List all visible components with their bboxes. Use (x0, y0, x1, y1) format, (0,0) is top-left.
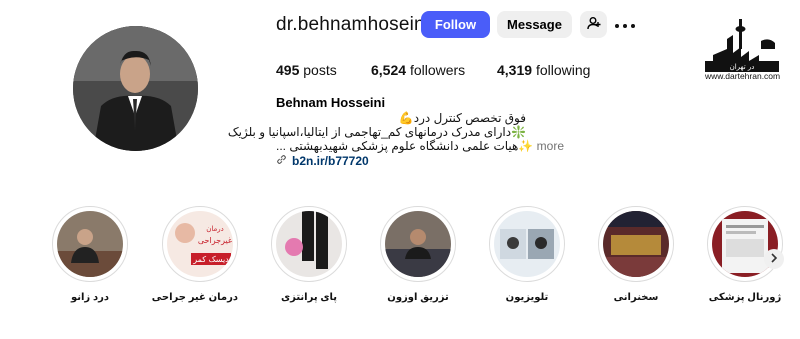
profile-avatar[interactable] (73, 26, 198, 151)
bio-more-link[interactable]: more (537, 139, 564, 153)
highlight-item[interactable]: تزریق اوزون (380, 206, 456, 303)
link-icon (276, 154, 287, 168)
following-stat[interactable]: 4,319 following (497, 62, 590, 78)
highlight-label: درد زانو (70, 292, 109, 303)
followers-stat[interactable]: 6,524 followers (371, 62, 465, 78)
bio-name: Behnam Hosseini (276, 95, 386, 110)
highlight-label: تلویزیون (505, 292, 549, 303)
logo-url: www.dartehran.com (705, 71, 781, 81)
highlight-cover (57, 211, 123, 277)
posts-count: 495 (276, 62, 300, 78)
message-button[interactable]: Message (497, 11, 572, 38)
highlight-item[interactable]: سخنرانی (598, 206, 674, 303)
svg-text:غیرجراحی: غیرجراحی (198, 236, 232, 245)
bio-line-2: ❇️دارای مدرک درمانهای کم_تهاجمی از ایتال… (227, 125, 526, 139)
followers-count: 6,524 (371, 62, 407, 78)
posts-stat: 495 posts (276, 62, 337, 78)
followers-label: followers (409, 62, 466, 78)
highlight-label: ژورنال پزشکی (708, 292, 782, 303)
options-button[interactable] (612, 13, 638, 35)
highlight-item[interactable]: تلویزیون (489, 206, 565, 303)
highlight-label: سخنرانی (613, 292, 659, 303)
highlight-cover (385, 211, 451, 277)
highlights-next-button[interactable] (764, 249, 784, 269)
highlight-cover: درمان غیرجراحی دیسک کمر (167, 211, 233, 277)
highlight-cover (494, 211, 560, 277)
bio-link[interactable]: b2n.ir/b77720 (276, 154, 369, 168)
highlight-label: پای پرانتزی (280, 292, 338, 303)
highlight-cover (603, 211, 669, 277)
highlight-item[interactable]: درد زانو (52, 206, 128, 303)
profile-username: dr.behnamhoseini (276, 14, 430, 35)
logo-text: در تهران (730, 63, 755, 71)
bio-line-3-row: ✨هیات علمی دانشگاه علوم پزشکی شهیدبهشتی … (276, 139, 564, 153)
svg-text:درمان: درمان (206, 225, 224, 233)
bio-link-text: b2n.ir/b77720 (292, 154, 369, 168)
highlight-label: تزریق اوزون (387, 292, 449, 303)
bio-line-1: فوق تخصص کنترل درد💪 (398, 111, 526, 125)
following-label: following (535, 62, 591, 78)
highlight-cover (276, 211, 342, 277)
story-highlights: درد زانو درمان غیرجراحی دیسک کمر درمان غیر… (0, 206, 800, 316)
highlight-item[interactable]: درمان غیرجراحی دیسک کمر درمان غیر جراحی (151, 206, 238, 303)
highlight-label: درمان غیر جراحی (151, 292, 238, 303)
highlight-item[interactable]: پای پرانتزی (271, 206, 347, 303)
follow-button[interactable]: Follow (421, 11, 490, 38)
bio-line-3: ✨هیات علمی دانشگاه علوم پزشکی شهیدبهشتی … (276, 139, 534, 153)
posts-label: posts (303, 62, 337, 78)
add-user-icon (586, 16, 601, 33)
suggested-users-button[interactable] (580, 11, 607, 38)
following-count: 4,319 (497, 62, 533, 78)
more-options-icon (615, 15, 635, 33)
svg-text:دیسک کمر: دیسک کمر (192, 255, 229, 264)
chevron-right-icon (770, 250, 778, 268)
